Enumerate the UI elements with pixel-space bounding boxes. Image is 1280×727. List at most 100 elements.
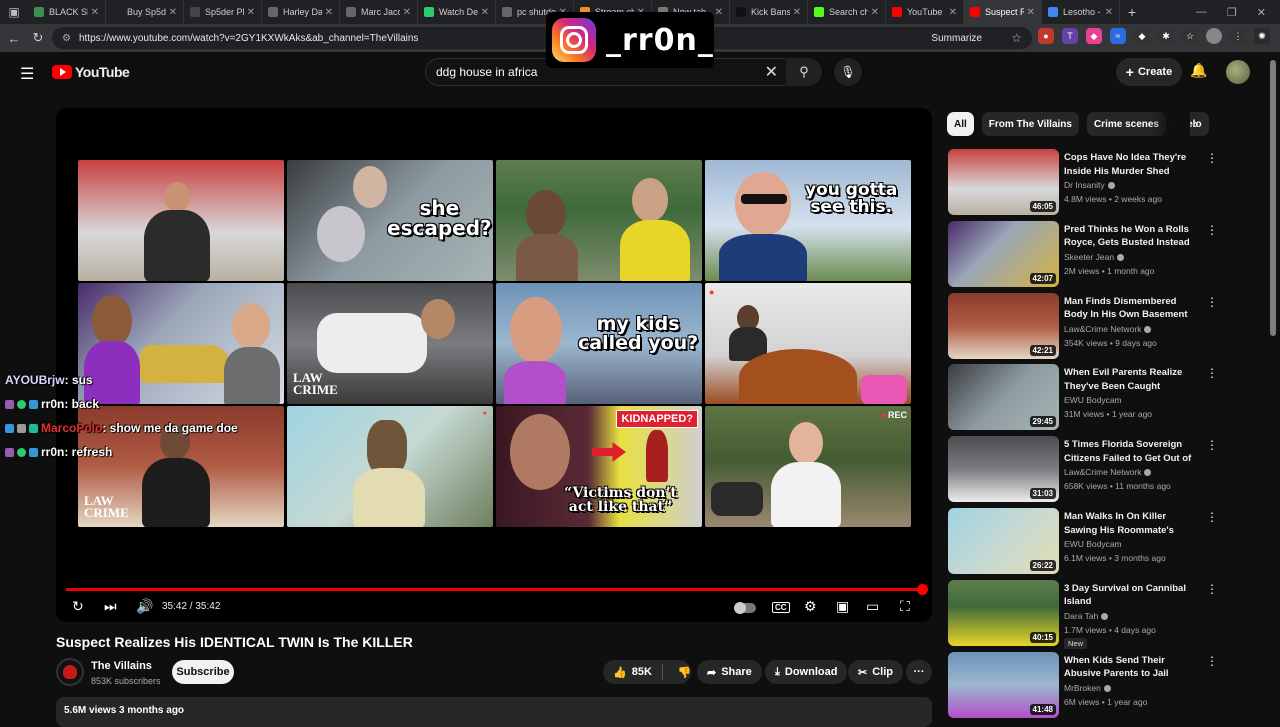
volume-icon[interactable]: 🔊 [136,598,153,615]
account-avatar[interactable] [1226,60,1250,84]
recommended-video[interactable]: 42:07 Pred Thinks he Won a Rolls Royce, G… [948,220,1268,289]
recommended-video[interactable]: 26:22 Man Walks In On Killer Sawing His R… [948,508,1268,576]
close-tab-icon[interactable]: ✕ [91,7,99,18]
page-scrollbar[interactable] [1270,60,1276,336]
close-tab-icon[interactable]: ✕ [325,7,333,18]
recommended-video[interactable]: 40:15 3 Day Survival on Cannibal Island Da… [948,579,1268,649]
more-options-icon[interactable]: ⋮ [1206,223,1218,237]
download-button[interactable]: ⤓ Download [765,660,848,684]
video-thumbnail[interactable]: 46:05 [948,149,1059,215]
video-thumbnail[interactable]: 42:07 [948,220,1059,287]
browser-tab[interactable]: Watch Dev✕ [418,0,496,24]
browser-tab[interactable]: Kick Bans ✕ [730,0,808,24]
create-button[interactable]: + Create [1116,58,1182,86]
more-options-icon[interactable]: ⋮ [1206,295,1218,309]
more-options-icon[interactable]: ⋮ [1206,151,1218,165]
notifications-bell-icon[interactable]: 🔔 [1190,62,1207,79]
subscribe-button[interactable]: Subscribe [172,660,234,684]
browser-tab[interactable]: Suspect Re✕ [964,0,1042,24]
recommended-video[interactable]: 29:45 When Evil Parents Realize They've B… [948,364,1268,432]
summarize-button[interactable]: Summarize [931,33,982,44]
thumbnail-tile[interactable]: she escaped? [287,160,493,281]
bookmark-star-icon[interactable]: ☆ [1011,31,1022,45]
close-tab-icon[interactable]: ✕ [949,7,957,18]
close-tab-icon[interactable]: ✕ [169,7,177,18]
progress-scrubber[interactable] [917,584,928,595]
recommended-title[interactable]: 5 Times Florida Sovereign Citizens Faile… [1064,438,1199,466]
thumbnail-tile[interactable]: KIDNAPPED? “Victims don’t act like that” [496,406,702,527]
recommended-video[interactable]: 46:05 Cops Have No Idea They're Inside Hi… [948,149,1268,217]
miniplayer-icon[interactable]: ▣ [836,598,849,615]
close-tab-icon[interactable]: ✕ [247,7,255,18]
fullscreen-icon[interactable]: ⛶ [900,598,910,615]
filter-chip[interactable]: All [947,112,974,136]
video-thumbnail[interactable]: 26:22 [948,508,1059,574]
recommended-title[interactable]: Pred Thinks he Won a Rolls Royce, Gets B… [1064,223,1199,250]
captions-icon[interactable]: CC [772,602,790,613]
browser-tab[interactable]: Marc Jacob✕ [340,0,418,24]
video-thumbnail[interactable]: 41:48 [948,651,1059,718]
recommended-title[interactable]: When Kids Send Their Abusive Parents to … [1064,654,1199,681]
thumbnail-tile[interactable] [78,160,284,281]
recommended-channel[interactable]: Dr Insanity [1064,180,1115,190]
recommended-channel[interactable]: Law&Crime Network [1064,467,1152,477]
extension-icon[interactable]: ● [1038,28,1054,44]
extension-icon[interactable]: ◆ [1134,28,1150,44]
recommended-video[interactable]: 31:03 5 Times Florida Sovereign Citizens … [948,436,1268,504]
browser-tab[interactable]: Sp5der Ph ✕ [184,0,262,24]
back-arrow-icon[interactable]: ← [2,31,26,46]
more-options-icon[interactable]: ⋮ [1206,438,1218,452]
next-video-icon[interactable]: ⏭ [104,598,117,615]
close-tab-icon[interactable]: ✕ [715,7,723,18]
new-tab-button[interactable]: + [1120,4,1144,20]
extension-icon[interactable]: ◆ [1086,28,1102,44]
recommended-title[interactable]: Man Walks In On Killer Sawing His Roomma… [1064,510,1199,538]
browser-tab[interactable]: BLACK SEX✕ [28,0,106,24]
video-player[interactable]: she escaped? you gotta see this. LAW CRI… [56,108,932,622]
chips-next-chevron-icon[interactable]: › [1194,116,1198,131]
share-button[interactable]: ➦ Share [697,660,762,684]
replay-icon[interactable]: ↻ [72,598,84,615]
ai-assistant-icon[interactable]: ✺ [1254,28,1270,44]
recommended-channel[interactable]: EWU Bodycam [1064,395,1122,405]
like-button[interactable]: 👍 85K [603,664,663,680]
bookmarks-icon[interactable]: ☆ [1182,28,1198,44]
thumbnail-tile[interactable] [496,160,702,281]
close-tab-icon[interactable]: ✕ [481,7,489,18]
minimize-icon[interactable]: — [1196,6,1207,19]
recommended-channel[interactable]: Dara Tah [1064,611,1109,621]
menu-dots-icon[interactable]: ⋮ [1230,28,1246,44]
recommended-channel[interactable]: EWU Bodycam [1064,539,1122,549]
more-options-icon[interactable]: ⋮ [1206,366,1218,380]
search-button[interactable]: ⚲ [786,58,822,86]
more-options-icon[interactable]: ⋮ [1206,582,1218,596]
recommended-channel[interactable]: Law&Crime Network [1064,324,1152,334]
video-thumbnail[interactable]: 29:45 [948,364,1059,431]
recommended-video[interactable]: 41:48 When Kids Send Their Abusive Parent… [948,651,1268,720]
description-box[interactable]: 5.6M views 3 months ago [56,697,932,727]
extension-icon[interactable]: ≈ [1110,28,1126,44]
youtube-logo[interactable]: YouTube [52,64,130,80]
video-thumbnail[interactable]: 31:03 [948,436,1059,503]
window-menu-icon[interactable]: ▣ [0,0,28,24]
thumbnail-tile[interactable]: my kids called you? [496,283,702,404]
browser-tab[interactable]: Lesotho - ✕ [1042,0,1120,24]
hamburger-menu-icon[interactable]: ☰ [20,64,34,84]
site-info-icon[interactable]: ⚙ [62,33,71,44]
recommended-title[interactable]: 3 Day Survival on Cannibal Island [1064,582,1199,609]
video-thumbnail[interactable]: 42:21 [948,292,1059,359]
autoplay-toggle[interactable] [734,602,756,614]
recommended-title[interactable]: Man Finds Dismembered Body In His Own Ba… [1064,295,1199,322]
clear-search-icon[interactable]: ✕ [765,62,778,82]
progress-bar[interactable] [66,584,928,595]
recommended-channel[interactable]: Skeeter Jean [1064,252,1125,262]
theater-mode-icon[interactable]: ▭ [866,598,879,615]
thumbnail-tile[interactable] [287,406,493,527]
recommended-video[interactable]: 42:21 Man Finds Dismembered Body In His O… [948,292,1268,361]
browser-tab[interactable]: YouTube ✕ [886,0,964,24]
channel-name[interactable]: The Villains [91,660,152,672]
profile-icon[interactable] [1206,28,1222,44]
voice-search-button[interactable]: 🎙 [834,58,862,86]
puzzle-extensions-icon[interactable]: ✱ [1158,28,1174,44]
close-window-icon[interactable]: ✕ [1257,6,1266,19]
